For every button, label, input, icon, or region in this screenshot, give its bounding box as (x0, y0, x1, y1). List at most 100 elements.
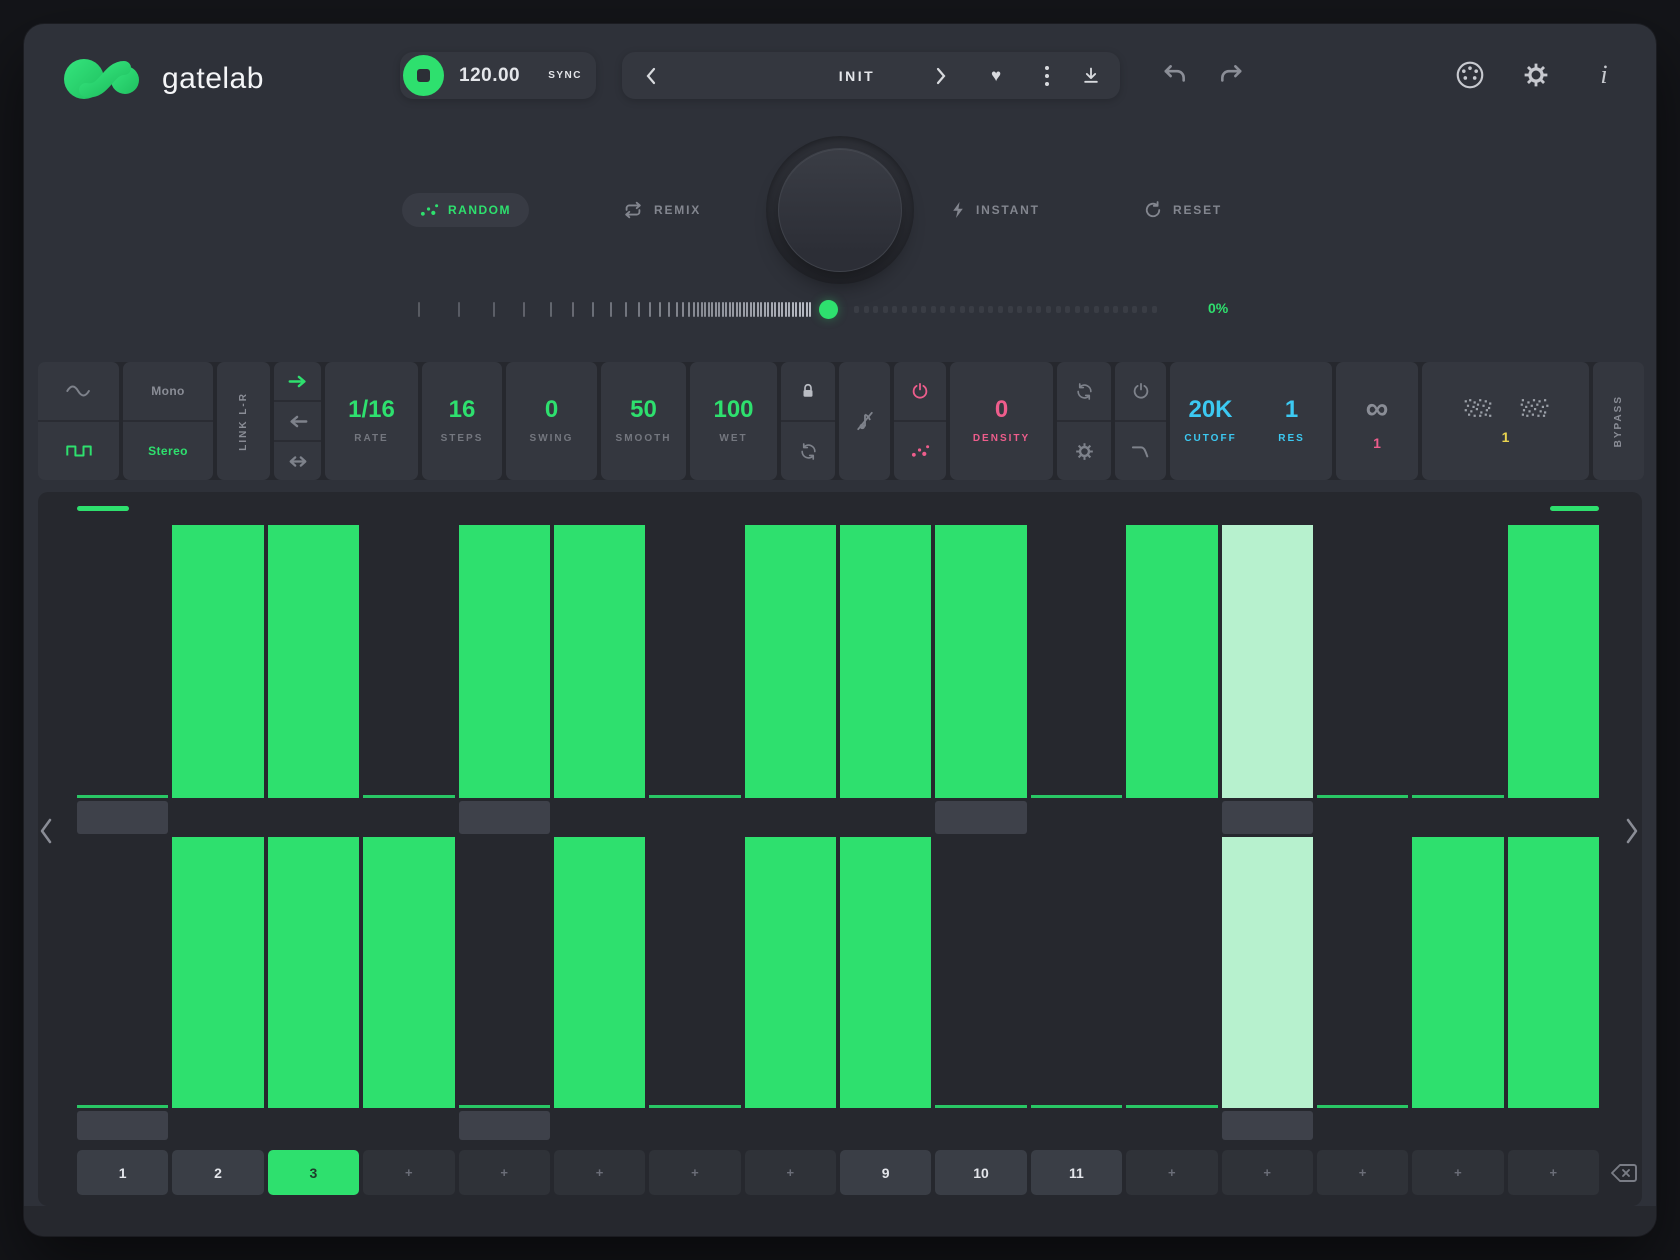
step-16-right-bar[interactable] (1508, 837, 1599, 1108)
step-13-right-handle[interactable] (1222, 1111, 1313, 1140)
save-preset-button[interactable] (1074, 66, 1108, 86)
add-pattern-button-16[interactable]: + (1508, 1150, 1599, 1195)
slider-handle[interactable] (819, 300, 838, 319)
pattern-button-2[interactable]: 2 (172, 1150, 263, 1195)
add-pattern-button-12[interactable]: + (1126, 1150, 1217, 1195)
direction-pingpong-button[interactable] (274, 440, 321, 480)
lock-button[interactable] (781, 362, 835, 420)
add-pattern-button-8[interactable]: + (745, 1150, 836, 1195)
step-10-left-bar[interactable] (935, 525, 1026, 798)
filter-cycle-button[interactable] (1057, 362, 1111, 420)
step-6-left-slider[interactable] (554, 525, 645, 798)
step-9-left-slider[interactable] (840, 525, 931, 798)
add-pattern-button-7[interactable]: + (649, 1150, 740, 1195)
step-9-left-bar[interactable] (840, 525, 931, 798)
step-12-left-bar[interactable] (1126, 525, 1217, 798)
waveform-sine-button[interactable] (38, 362, 119, 420)
step-10-left-handle[interactable] (935, 801, 1026, 834)
range-end-indicator[interactable] (1550, 506, 1599, 511)
direction-backward-button[interactable] (274, 400, 321, 440)
preset-menu-button[interactable] (1030, 65, 1064, 87)
step-3-right-bar[interactable] (268, 837, 359, 1108)
link-lr-toggle[interactable]: LINK L-R (217, 362, 270, 480)
remix-mode-button[interactable]: REMIX (622, 200, 701, 220)
step-1-left-slider[interactable] (77, 525, 168, 798)
sync-toggle[interactable]: SYNC (548, 70, 582, 81)
step-4-right-bar[interactable] (363, 837, 454, 1108)
add-pattern-button-4[interactable]: + (363, 1150, 454, 1195)
pattern-button-1[interactable]: 1 (77, 1150, 168, 1195)
waveform-square-button[interactable] (38, 420, 119, 480)
midi-settings-button[interactable] (1453, 58, 1487, 92)
step-10-right-slider[interactable] (935, 837, 1026, 1108)
step-13-left-bar[interactable] (1222, 525, 1313, 798)
step-15-right-slider[interactable] (1412, 837, 1503, 1108)
mono-button[interactable]: Mono (123, 362, 213, 420)
step-12-left-slider[interactable] (1126, 525, 1217, 798)
pattern-button-3[interactable]: 3 (268, 1150, 359, 1195)
sequencer-prev-page-button[interactable] (38, 816, 56, 846)
rate-control[interactable]: 1/16 RATE (325, 362, 418, 480)
preset-prev-button[interactable] (634, 67, 668, 85)
step-15-left-slider[interactable] (1412, 525, 1503, 798)
step-4-right-slider[interactable] (363, 837, 454, 1108)
steps-control[interactable]: 16 STEPS (422, 362, 502, 480)
wet-control[interactable]: 100 WET (690, 362, 777, 480)
step-2-right-slider[interactable] (172, 837, 263, 1108)
step-13-left-slider[interactable] (1222, 525, 1313, 798)
step-5-right-slider[interactable] (459, 837, 550, 1108)
generator-amount-slider[interactable] (418, 294, 1162, 324)
filter-power-button[interactable] (1115, 362, 1166, 420)
delete-pattern-button[interactable] (1605, 1154, 1643, 1192)
step-6-left-bar[interactable] (554, 525, 645, 798)
bpm-value[interactable]: 120.00 (459, 65, 520, 87)
step-1-left-handle[interactable] (77, 801, 168, 834)
step-8-left-bar[interactable] (745, 525, 836, 798)
add-pattern-button-13[interactable]: + (1222, 1150, 1313, 1195)
redo-button[interactable] (1217, 61, 1245, 89)
step-16-left-slider[interactable] (1508, 525, 1599, 798)
step-5-left-slider[interactable] (459, 525, 550, 798)
step-14-left-slider[interactable] (1317, 525, 1408, 798)
mute-notes-button[interactable] (839, 362, 890, 480)
filter-settings-button[interactable] (1057, 420, 1111, 480)
stereo-button[interactable]: Stereo (123, 420, 213, 480)
density-random-button[interactable] (894, 420, 946, 480)
step-5-left-bar[interactable] (459, 525, 550, 798)
generator-knob[interactable] (766, 136, 914, 284)
cutoff-control[interactable]: 20K CUTOFF (1170, 362, 1251, 480)
step-5-right-handle[interactable] (459, 1111, 550, 1140)
step-15-right-bar[interactable] (1412, 837, 1503, 1108)
density-control[interactable]: 0 DENSITY (950, 362, 1053, 480)
loop-button[interactable] (781, 420, 835, 480)
density-power-button[interactable] (894, 362, 946, 420)
texture-control[interactable]: 1 (1422, 362, 1589, 480)
add-pattern-button-14[interactable]: + (1317, 1150, 1408, 1195)
step-1-right-handle[interactable] (77, 1111, 168, 1140)
sequencer-next-page-button[interactable] (1624, 816, 1642, 846)
step-13-right-bar[interactable] (1222, 837, 1313, 1108)
step-14-right-slider[interactable] (1317, 837, 1408, 1108)
info-button[interactable]: i (1590, 58, 1618, 92)
step-6-right-bar[interactable] (554, 837, 645, 1108)
step-4-left-slider[interactable] (363, 525, 454, 798)
step-11-right-slider[interactable] (1031, 837, 1122, 1108)
favorite-button[interactable]: ♥ (979, 66, 1013, 86)
direction-forward-button[interactable] (274, 362, 321, 400)
step-9-right-bar[interactable] (840, 837, 931, 1108)
preset-next-button[interactable] (924, 67, 958, 85)
step-16-left-bar[interactable] (1508, 525, 1599, 798)
pattern-button-10[interactable]: 10 (935, 1150, 1026, 1195)
reset-button[interactable]: RESET (1143, 200, 1222, 220)
step-13-right-slider[interactable] (1222, 837, 1313, 1108)
step-2-left-bar[interactable] (172, 525, 263, 798)
step-7-right-slider[interactable] (649, 837, 740, 1108)
undo-button[interactable] (1161, 61, 1189, 89)
repeat-control[interactable]: ∞ 1 (1336, 362, 1418, 480)
pattern-button-11[interactable]: 11 (1031, 1150, 1122, 1195)
random-mode-button[interactable]: RANDOM (402, 193, 529, 227)
step-3-left-bar[interactable] (268, 525, 359, 798)
step-2-left-slider[interactable] (172, 525, 263, 798)
step-3-left-slider[interactable] (268, 525, 359, 798)
step-12-right-slider[interactable] (1126, 837, 1217, 1108)
